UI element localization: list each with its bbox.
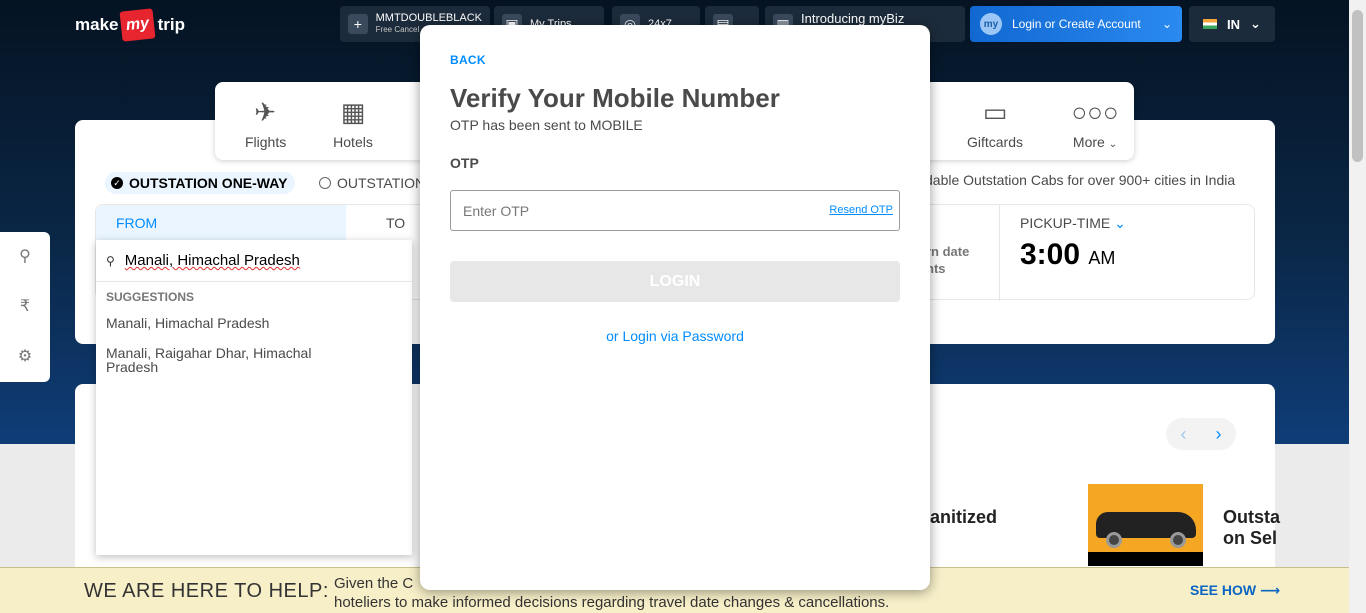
scrollbar-thumb[interactable] bbox=[1352, 10, 1363, 162]
otp-field-wrapper: Resend OTP bbox=[450, 190, 900, 231]
modal-subtitle: OTP has been sent to MOBILE bbox=[450, 117, 643, 133]
otp-label: OTP bbox=[450, 155, 479, 171]
login-via-password-link[interactable]: or Login via Password bbox=[420, 328, 930, 344]
back-link[interactable]: BACK bbox=[450, 53, 486, 67]
otp-input[interactable] bbox=[451, 191, 811, 230]
modal-title: Verify Your Mobile Number bbox=[450, 83, 780, 113]
page-scrollbar[interactable] bbox=[1349, 0, 1366, 613]
resend-otp-link[interactable]: Resend OTP bbox=[829, 204, 893, 216]
login-button[interactable]: LOGIN bbox=[450, 261, 900, 302]
verify-mobile-modal: BACK Verify Your Mobile Number OTP has b… bbox=[420, 25, 930, 590]
